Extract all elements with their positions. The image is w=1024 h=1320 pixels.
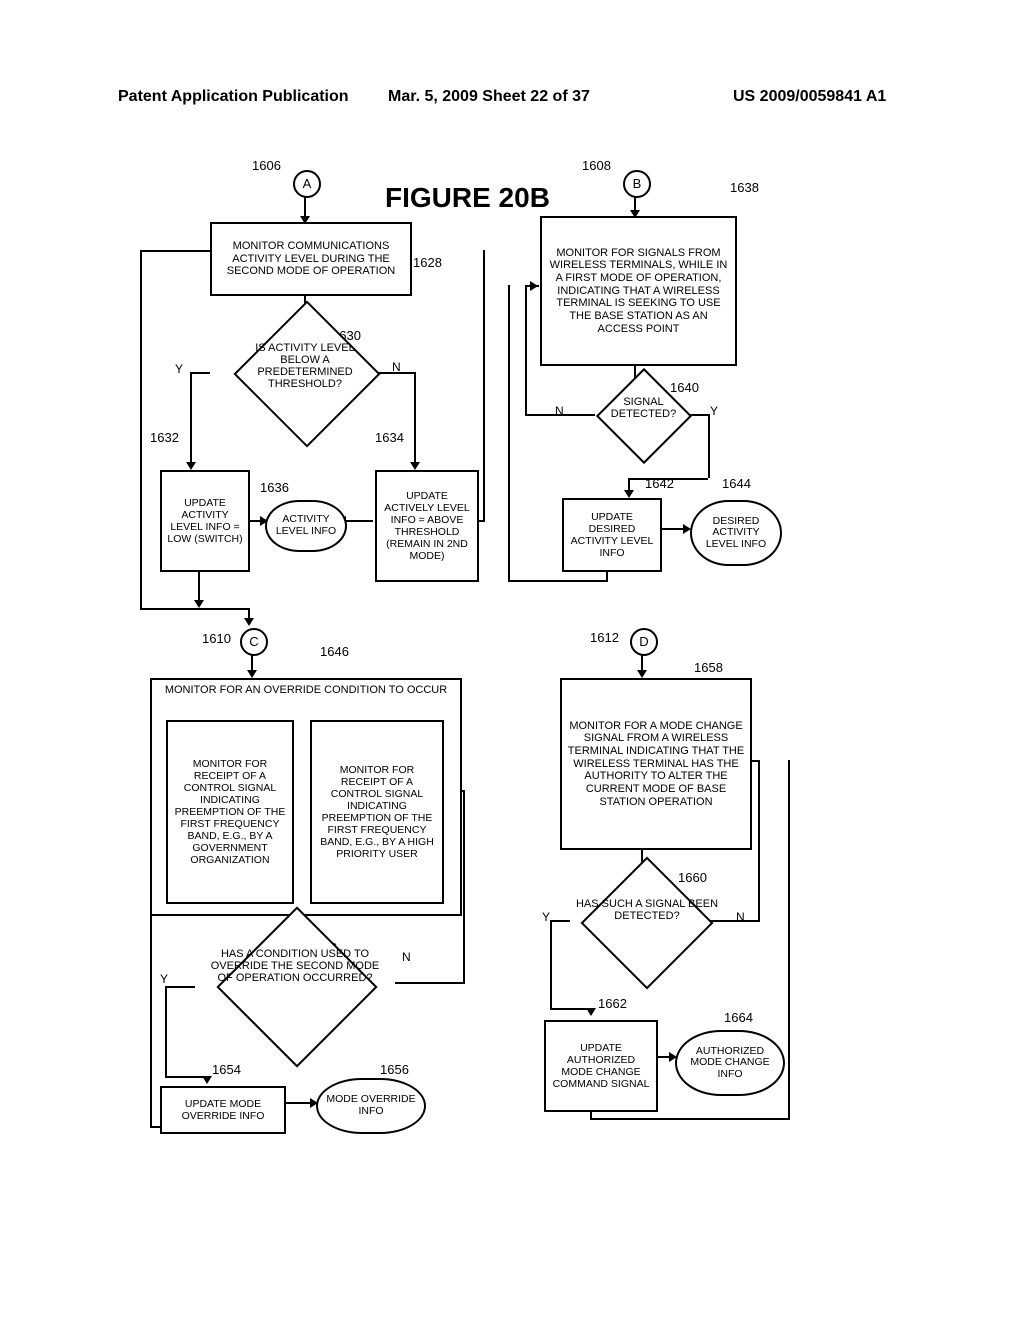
- ref-1606: 1606: [252, 158, 281, 173]
- box-1648: MONITOR FOR RECEIPT OF A CONTROL SIGNAL …: [166, 720, 294, 904]
- ref-1610: 1610: [202, 631, 231, 646]
- box-1634: UPDATE ACTIVELY LEVEL INFO = ABOVE THRES…: [375, 470, 479, 582]
- label-y-1652: Y: [160, 972, 168, 986]
- ds-1656: MODE OVERRIDE INFO: [316, 1078, 426, 1134]
- diamond-1630: IS ACTIVITY LEVEL BELOW A PREDETERMINED …: [235, 342, 375, 390]
- connector-d: D: [630, 628, 658, 656]
- box-1650: MONITOR FOR RECEIPT OF A CONTROL SIGNAL …: [310, 720, 444, 904]
- ref-1664: 1664: [724, 1010, 753, 1025]
- diamond-1660: HAS SUCH A SIGNAL BEEN DETECTED?: [574, 898, 720, 922]
- label-y-1660: Y: [542, 910, 550, 924]
- pub-header-mid: Mar. 5, 2009 Sheet 22 of 37: [388, 88, 590, 106]
- box-1658: MONITOR FOR A MODE CHANGE SIGNAL FROM A …: [560, 678, 752, 850]
- pub-header-right: US 2009/0059841 A1: [733, 88, 886, 106]
- ds-1636: ACTIVITY LEVEL INFO: [265, 500, 347, 552]
- ref-1612: 1612: [590, 630, 619, 645]
- diamond-1640: SIGNAL DETECTED?: [596, 396, 691, 420]
- ref-1644: 1644: [722, 476, 751, 491]
- box-1646-text: MONITOR FOR AN OVERRIDE CONDITION TO OCC…: [152, 684, 460, 697]
- ref-1628: 1628: [413, 255, 442, 270]
- diamond-1652: HAS A CONDITION USED TO OVERRIDE THE SEC…: [205, 948, 385, 984]
- box-1628: MONITOR COMMUNICATIONS ACTIVITY LEVEL DU…: [210, 222, 412, 296]
- ref-1608: 1608: [582, 158, 611, 173]
- box-1642: UPDATE DESIRED ACTIVITY LEVEL INFO: [562, 498, 662, 572]
- ref-1654: 1654: [212, 1062, 241, 1077]
- pub-header-left: Patent Application Publication: [118, 88, 349, 106]
- connector-c: C: [240, 628, 268, 656]
- label-n-1652: N: [402, 950, 411, 964]
- label-y-1640: Y: [710, 404, 718, 418]
- box-1654: UPDATE MODE OVERRIDE INFO: [160, 1086, 286, 1134]
- ref-1632: 1632: [150, 430, 179, 445]
- flowchart: A 1606 MONITOR COMMUNICATIONS ACTIVITY L…: [130, 150, 890, 1170]
- ref-1636: 1636: [260, 480, 289, 495]
- ref-1646: 1646: [320, 644, 349, 659]
- box-1638: MONITOR FOR SIGNALS FROM WIRELESS TERMIN…: [540, 216, 737, 366]
- ref-1656: 1656: [380, 1062, 409, 1077]
- ref-1640: 1640: [670, 380, 699, 395]
- ref-1638: 1638: [730, 180, 759, 195]
- label-y-1630: Y: [175, 362, 183, 376]
- box-1632: UPDATE ACTIVITY LEVEL INFO = LOW (SWITCH…: [160, 470, 250, 572]
- ref-1634: 1634: [375, 430, 404, 445]
- box-1662: UPDATE AUTHORIZED MODE CHANGE COMMAND SI…: [544, 1020, 658, 1112]
- ds-1644: DESIRED ACTIVITY LEVEL INFO: [690, 500, 782, 566]
- ds-1664: AUTHORIZED MODE CHANGE INFO: [675, 1030, 785, 1096]
- ref-1662: 1662: [598, 996, 627, 1011]
- connector-a: A: [293, 170, 321, 198]
- ref-1660: 1660: [678, 870, 707, 885]
- connector-b: B: [623, 170, 651, 198]
- ref-1658: 1658: [694, 660, 723, 675]
